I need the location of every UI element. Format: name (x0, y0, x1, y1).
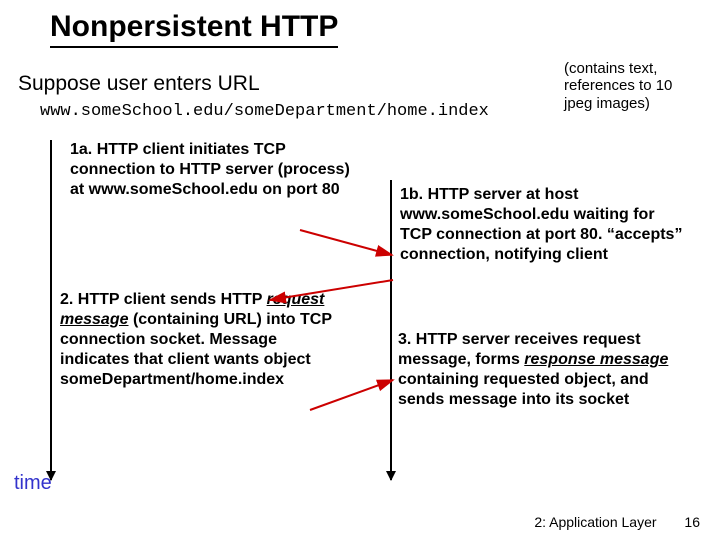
step-2-num: 2. (60, 291, 73, 308)
time-label: time (14, 472, 52, 495)
step-3-term: response message (524, 351, 668, 368)
url-sidenote: (contains text, references to 10 jpeg im… (564, 60, 704, 112)
step-1a-num: 1a. (70, 141, 92, 158)
time-axis-right (390, 180, 392, 480)
step-2: 2. HTTP client sends HTTP request messag… (60, 290, 350, 390)
arrow-1a-to-1b (300, 230, 392, 255)
example-url: www.someSchool.edu/someDepartment/home.i… (40, 102, 489, 121)
step-1b-text: HTTP server at host www.someSchool.edu w… (400, 186, 682, 263)
step-3-num: 3. (398, 331, 411, 348)
step-1a: 1a. HTTP client initiates TCP connection… (70, 140, 360, 200)
slide-title: Nonpersistent HTTP (50, 10, 338, 48)
slide-footer: 2: Application Layer 16 (534, 514, 700, 530)
footer-chapter: 2: Application Layer (534, 514, 656, 530)
suppose-line: Suppose user enters URL (18, 72, 260, 96)
step-1b-num: 1b. (400, 186, 423, 203)
time-axis-left (50, 140, 52, 480)
step-1a-text: HTTP client initiates TCP connection to … (70, 141, 350, 198)
step-3-rest: containing requested object, and sends m… (398, 371, 649, 408)
step-1b: 1b. HTTP server at host www.someSchool.e… (400, 185, 690, 265)
step-3: 3. HTTP server receives request message,… (398, 330, 698, 410)
step-2-bold: HTTP client sends HTTP (73, 291, 266, 308)
footer-page: 16 (684, 514, 700, 530)
